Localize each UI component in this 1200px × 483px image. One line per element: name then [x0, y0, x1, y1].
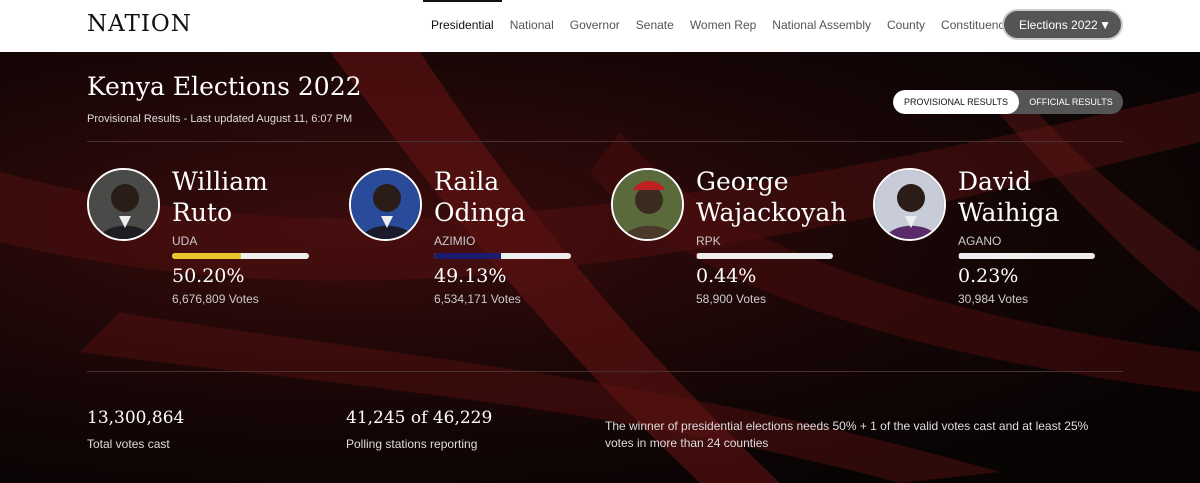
nation-logo[interactable]: NATION	[87, 11, 192, 37]
last-updated-text: Provisional Results - Last updated Augus…	[87, 113, 353, 125]
vote-count: 58,900 Votes	[696, 292, 767, 306]
winning-rule-note: The winner of presidential elections nee…	[605, 419, 1089, 450]
vote-share-bar	[958, 253, 1095, 259]
header-divider	[87, 141, 1123, 142]
candidate-party: UDA	[172, 234, 198, 248]
candidate-card[interactable]: Raila Odinga AZIMIO 49.13% 6,534,171 Vote…	[349, 167, 589, 318]
candidate-party: AZIMIO	[434, 234, 476, 248]
candidate-name: David Waihiga	[958, 167, 1060, 227]
candidate-party: AGANO	[958, 234, 1002, 248]
tab-women-rep[interactable]: Women Rep	[682, 0, 764, 52]
vote-percentage: 49.13%	[434, 265, 507, 287]
candidate-photo	[611, 168, 684, 241]
election-tabs: Presidential National Governor Senate Wo…	[423, 0, 1018, 52]
page-title: Kenya Elections 2022	[87, 72, 362, 101]
candidate-name: William Ruto	[172, 167, 268, 227]
candidate-name: Raila Odinga	[434, 167, 526, 227]
candidate-photo	[349, 168, 422, 241]
vote-share-bar	[172, 253, 309, 259]
tab-national[interactable]: National	[502, 0, 562, 52]
tab-presidential[interactable]: Presidential	[423, 0, 502, 52]
tab-county[interactable]: County	[879, 0, 933, 52]
provisional-results-button[interactable]: PROVISIONAL RESULTS	[893, 90, 1019, 114]
polling-stations-value: 41,245 of 46,229	[346, 408, 493, 428]
vote-percentage: 50.20%	[172, 265, 245, 287]
tab-national-assembly[interactable]: National Assembly	[764, 0, 879, 52]
candidate-card[interactable]: George Wajackoyah RPK 0.44% 58,900 Votes	[611, 167, 851, 318]
candidate-photo	[873, 168, 946, 241]
tab-governor[interactable]: Governor	[562, 0, 628, 52]
results-hero: Kenya Elections 2022 Provisional Results…	[0, 52, 1200, 483]
results-type-toggle: PROVISIONAL RESULTS OFFICIAL RESULTS	[893, 90, 1123, 114]
vote-share-bar	[434, 253, 571, 259]
candidate-card[interactable]: David Waihiga AGANO 0.23% 30,984 Votes	[873, 167, 1113, 318]
vote-percentage: 0.23%	[958, 265, 1019, 287]
candidate-photo	[87, 168, 160, 241]
polling-stations-label: Polling stations reporting	[346, 437, 478, 451]
candidate-name: George Wajackoyah	[696, 167, 847, 227]
vote-count: 6,676,809 Votes	[172, 292, 259, 306]
top-nav: NATION Presidential National Governor Se…	[0, 0, 1200, 52]
official-results-button[interactable]: OFFICIAL RESULTS	[1019, 90, 1123, 114]
vote-percentage: 0.44%	[696, 265, 757, 287]
candidate-card[interactable]: William Ruto UDA 50.20% 6,676,809 Votes	[87, 167, 327, 318]
caret-down-icon: ▼	[1099, 17, 1111, 32]
vote-share-bar	[696, 253, 833, 259]
vote-count: 6,534,171 Votes	[434, 292, 521, 306]
stats-divider	[87, 371, 1123, 372]
candidate-party: RPK	[696, 234, 721, 248]
elections-dropdown-label: Elections 2022	[1019, 17, 1098, 32]
tab-senate[interactable]: Senate	[628, 0, 682, 52]
elections-dropdown-button[interactable]: Elections 2022 ▼	[1004, 11, 1121, 38]
total-votes-value: 13,300,864	[87, 408, 185, 428]
total-votes-label: Total votes cast	[87, 437, 170, 451]
vote-count: 30,984 Votes	[958, 292, 1029, 306]
